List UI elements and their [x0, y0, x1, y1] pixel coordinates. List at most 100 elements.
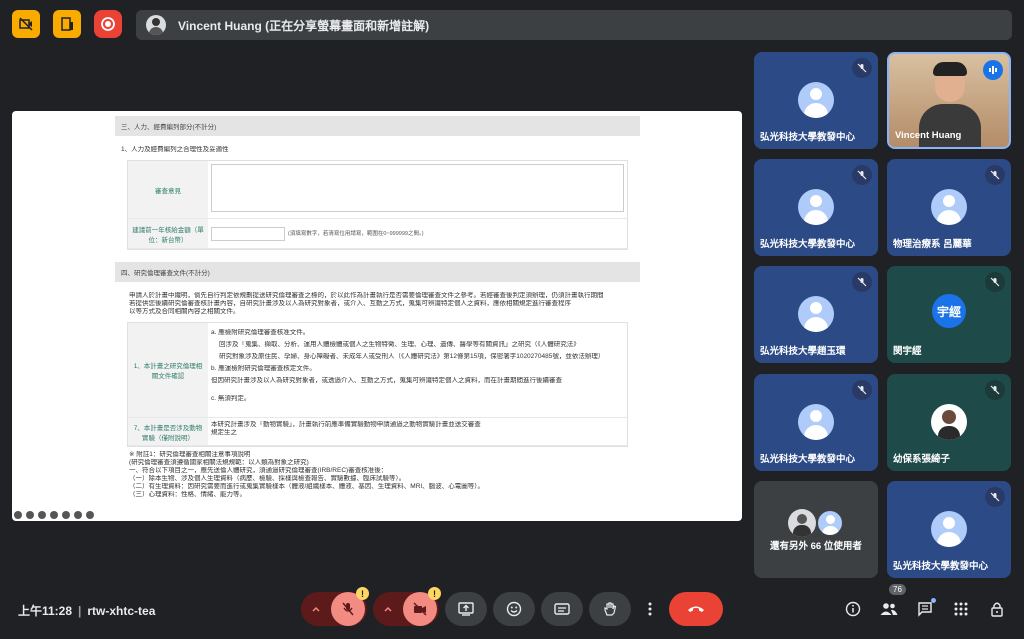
paragraph-line: 若提供您後續研究倫審查核計畫內容，自研究計畫涉及以人為研究對象者，或介入、互動之… [129, 300, 571, 307]
participant-name: 弘光科技大學教發中心 [893, 561, 989, 572]
note-line: 一、符合以下項目之一，應先送倫人體研究，須通過研究倫理審查(IRB/REC)審查… [129, 467, 388, 474]
leave-call-button[interactable] [669, 592, 723, 626]
option-b-note: 但因研究計畫涉及以人為研究對象者，或透過介入、互動之方式，蒐集可辨識特定個人之資… [211, 377, 562, 384]
participant-tile[interactable]: 物理治療系 呂麗華 [887, 159, 1011, 256]
pen-icon[interactable] [26, 511, 34, 519]
more-participants-label: 還有另外 66 位使用者 [770, 541, 862, 552]
participant-name: Vincent Huang [895, 130, 962, 141]
mic-off-icon [852, 380, 872, 400]
question-text: 1、人力及經費編列之合理性及妥適性 [121, 146, 229, 153]
hangup-icon [688, 606, 704, 612]
warning-icon: ! [356, 587, 369, 600]
participant-count-badge: 76 [889, 584, 906, 595]
participant-tile[interactable]: 弘光科技大學教發中心 [754, 52, 878, 149]
participant-name: 弘光科技大學教發中心 [760, 132, 856, 143]
mic-off-icon [852, 58, 872, 78]
more-participants-tile[interactable]: 還有另外 66 位使用者 [754, 481, 878, 578]
more-options-button[interactable] [637, 592, 663, 626]
present-screen-button[interactable] [445, 592, 487, 626]
mic-toggle-button[interactable]: ! [331, 587, 369, 626]
shared-screen: 三、人力、經費編列部分(不計分) 1、人力及經費編列之合理性及妥適性 審查意見 … [12, 111, 742, 521]
mic-options-chevron-icon[interactable] [301, 604, 331, 614]
avatar [798, 404, 834, 440]
participant-tile[interactable]: 弘光科技大學教發中心 [754, 374, 878, 471]
recording-icon[interactable] [94, 10, 122, 38]
participant-tile-video[interactable]: Vincent Huang [887, 52, 1011, 149]
shared-document: 三、人力、經費編列部分(不計分) 1、人力及經費編列之合理性及妥適性 審查意見 … [115, 114, 640, 519]
presenter-banner: Vincent Huang (正在分享螢幕畫面和新增註解) [136, 10, 1012, 40]
hide-self-view-icon[interactable] [12, 10, 40, 38]
arrow-icon[interactable] [86, 511, 94, 519]
animal-checkbox[interactable]: 本研究計畫涉及「動物實驗」，計畫執行前應準備實驗動物申請通過之動物實驗計畫並送交… [211, 421, 624, 429]
activities-icon[interactable] [951, 599, 971, 619]
section-heading-ethics: 四、研究倫理審查文件(不計分) [115, 262, 640, 282]
note-line: (研究倫理審查須遵循國家相關法規規範：以人類為對象之研究) [129, 459, 309, 466]
more-vert-icon [648, 602, 652, 616]
paragraph-line: 申請人於計畫中織明，倘先自行判定依規劃提送研究倫理審查之標的，於以此作為計畫執行… [129, 292, 604, 299]
more-icon[interactable] [74, 511, 82, 519]
camera-off-icon [413, 602, 427, 616]
captions-icon [554, 603, 570, 615]
hand-icon [604, 602, 617, 616]
participant-name: 弘光科技大學趙玉環 [760, 346, 846, 357]
image-icon[interactable] [62, 511, 70, 519]
animal-row-label: 7、本計畫是否涉及動物實驗（僅附說明） [128, 418, 208, 445]
participant-photo [931, 404, 967, 440]
avatar-letter: 宇經 [932, 294, 966, 328]
chat-icon[interactable] [915, 598, 936, 619]
avatar [798, 82, 834, 118]
budget-form: 審查意見 建議前一年核給金額（單位：新台幣） (須填寫數字，若清寫位用請寫，範圍… [127, 160, 628, 250]
presenter-avatar [146, 15, 166, 35]
participant-tile[interactable]: 弘光科技大學教發中心 [887, 481, 1011, 578]
zoom-icon[interactable] [38, 511, 46, 519]
avatar [798, 296, 834, 332]
mic-off-icon [985, 380, 1005, 400]
participant-name: 幼保系張綺子 [893, 454, 951, 465]
annotation-tool-icon[interactable] [14, 511, 22, 519]
clock-time: 上午11:28 [18, 604, 73, 618]
camera-options-chevron-icon[interactable] [373, 604, 403, 614]
warning-icon: ! [428, 587, 441, 600]
presenter-banner-text: Vincent Huang (正在分享螢幕畫面和新增註解) [178, 18, 430, 33]
chat-notification-dot [931, 598, 936, 603]
option-a-radio[interactable]: a. 應檢附研究倫理審查核准文件。 [211, 329, 624, 337]
raise-hand-button[interactable] [589, 592, 631, 626]
host-controls-icon[interactable] [987, 599, 1007, 619]
caption-icon[interactable] [50, 511, 58, 519]
mic-off-icon [852, 165, 872, 185]
companion-mode-icon[interactable] [53, 10, 81, 38]
participant-name: 閔宇經 [893, 346, 922, 357]
participant-tile[interactable]: 幼保系張綺子 [887, 374, 1011, 471]
participant-tile[interactable]: 宇經 閔宇經 [887, 266, 1011, 363]
review-textarea[interactable] [211, 164, 624, 212]
participant-photo [788, 509, 816, 537]
option-c-radio[interactable]: c. 無須判定。 [211, 395, 624, 403]
captions-button[interactable] [541, 592, 583, 626]
mic-off-icon [985, 272, 1005, 292]
paragraph-line: 以等方式及合同相關內容之相關文件。 [129, 308, 240, 315]
camera-control-group: ! [373, 587, 441, 626]
budget-input[interactable] [211, 226, 285, 241]
ethics-row-label: 1、本計畫之研究倫理相關文件確認 [128, 323, 208, 417]
participant-name: 弘光科技大學教發中心 [760, 454, 856, 465]
avatar [931, 189, 967, 225]
option-checkbox[interactable]: 回涉及「蒐集、擷取、分析、運用人體檢體或個人之生物特徵、生理、心理、遺傳、醫學等… [211, 341, 624, 349]
mic-off-icon [342, 602, 354, 616]
present-icon [458, 602, 474, 616]
camera-toggle-button[interactable]: ! [403, 587, 441, 626]
meeting-info: 上午11:28 | rtw-xhtc-tea [18, 604, 156, 618]
participant-tile[interactable]: 弘光科技大學趙玉環 [754, 266, 878, 363]
option-checkbox[interactable]: 研究對象涉及原住民、孕婦、身心障礙者、未成年人或受刑人（《人體研究法》第12條第… [211, 353, 624, 361]
mic-off-icon [985, 487, 1005, 507]
note-line: （二）有生理資料：因研究需要而進行或蒐集實驗樣本（體液/組織樣本、體液、基因、生… [129, 483, 484, 490]
participant-tile[interactable]: 弘光科技大學教發中心 [754, 159, 878, 256]
people-icon[interactable] [879, 599, 899, 619]
note-line: （三）心理資料：性格、情緒、能力等。 [129, 491, 246, 498]
reactions-button[interactable] [493, 592, 535, 626]
option-b-radio[interactable]: b. 應運檢附研究倫理審查核定文件。 [211, 365, 624, 373]
section-heading: 三、人力、經費編列部分(不計分) [115, 116, 640, 136]
avatar [816, 509, 844, 537]
annotation-toolbar[interactable] [14, 511, 94, 519]
budget-hint: (須填寫數字，若清寫位用請寫，範圍在0~999999之間。) [288, 230, 424, 237]
meeting-details-icon[interactable] [843, 599, 863, 619]
